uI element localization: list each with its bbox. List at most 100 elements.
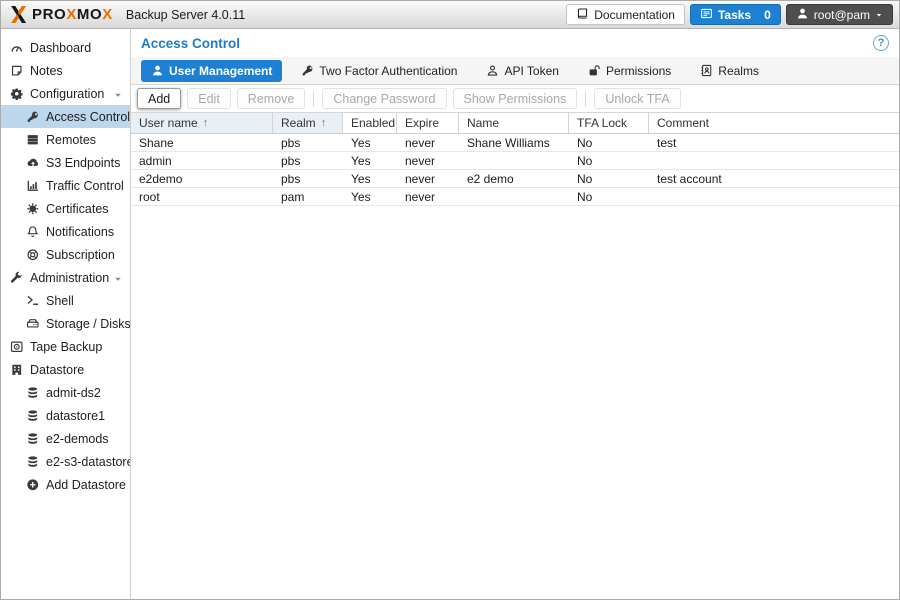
unlock-tfa-button[interactable]: Unlock TFA: [594, 88, 680, 109]
cell-expire: never: [397, 152, 459, 169]
documentation-label: Documentation: [594, 8, 675, 22]
sidebar-item-tape-backup[interactable]: Tape Backup: [1, 335, 130, 358]
sidebar-item-label: Shell: [46, 294, 74, 308]
sidebar-item-e2-s3-datastore[interactable]: e2-s3-datastore: [1, 450, 130, 473]
sidebar-item-notifications[interactable]: Notifications: [1, 220, 130, 243]
tasks-count-badge: 0: [764, 8, 771, 22]
key-icon: [301, 64, 314, 77]
sort-asc-icon: ↑: [203, 117, 209, 129]
sidebar-item-remotes[interactable]: Remotes: [1, 128, 130, 151]
cell-name: [459, 188, 569, 205]
sidebar-item-label: Remotes: [46, 133, 96, 147]
help-icon[interactable]: ?: [873, 35, 889, 51]
cell-tfa-lock: No: [569, 134, 649, 151]
tab-label: Realms: [718, 64, 759, 78]
app-window: PROXMOX Backup Server 4.0.11 Documentati…: [0, 0, 900, 600]
user-menu-label: root@pam: [814, 8, 870, 22]
edit-button[interactable]: Edit: [187, 88, 231, 109]
change-password-button[interactable]: Change Password: [322, 88, 446, 109]
remove-button[interactable]: Remove: [237, 88, 306, 109]
sort-asc-icon: ↑: [321, 117, 327, 129]
table-row[interactable]: adminpbsYesneverNo: [131, 152, 899, 170]
cloud-upload-icon: [25, 155, 40, 170]
tasks-button[interactable]: Tasks 0: [690, 4, 781, 25]
sidebar-item-add-datastore[interactable]: Add Datastore: [1, 473, 130, 496]
column-header-label: Comment: [657, 116, 709, 130]
add-button[interactable]: Add: [137, 88, 181, 109]
tab-label: User Management: [169, 64, 272, 78]
sidebar-item-dashboard[interactable]: Dashboard: [1, 36, 130, 59]
cell-name: [459, 152, 569, 169]
cell-realm: pbs: [273, 134, 343, 151]
database-icon: [25, 431, 40, 446]
database-icon: [25, 454, 40, 469]
column-header-label: Realm: [281, 116, 316, 130]
column-header-expire[interactable]: Expire: [397, 113, 459, 133]
sidebar-item-label: Storage / Disks: [46, 317, 131, 331]
sidebar-item-certificates[interactable]: Certificates: [1, 197, 130, 220]
dashboard-icon: [9, 40, 24, 55]
column-header-realm[interactable]: Realm ↑: [273, 113, 343, 133]
tab-api-token[interactable]: API Token: [476, 60, 568, 82]
tab-realms[interactable]: Realms: [690, 60, 769, 82]
sidebar-item-traffic-control[interactable]: Traffic Control: [1, 174, 130, 197]
unlock-icon: [588, 64, 601, 77]
cell-expire: never: [397, 170, 459, 187]
table-row[interactable]: ShanepbsYesneverShane WilliamsNotest: [131, 134, 899, 152]
sidebar-item-s3-endpoints[interactable]: S3 Endpoints: [1, 151, 130, 174]
proxmox-logo: PROXMOX Backup Server 4.0.11: [9, 5, 245, 24]
sidebar-item-shell[interactable]: Shell: [1, 289, 130, 312]
cell-enabled: Yes: [343, 134, 397, 151]
column-header-label: TFA Lock: [577, 116, 627, 130]
column-header-label: Expire: [405, 116, 439, 130]
cell-realm: pam: [273, 188, 343, 205]
sidebar-item-administration[interactable]: Administration: [1, 266, 130, 289]
cell-user-name: e2demo: [131, 170, 273, 187]
main-panel: Access Control ? User ManagementTwo Fact…: [131, 29, 899, 599]
column-header-name[interactable]: Name: [459, 113, 569, 133]
toolbar: Add Edit Remove Change Password Show Permiss…: [131, 85, 899, 112]
cell-tfa-lock: No: [569, 170, 649, 187]
documentation-button[interactable]: Documentation: [566, 4, 685, 25]
table-row[interactable]: e2demopbsYesnevere2 demoNotest account: [131, 170, 899, 188]
sidebar-item-label: datastore1: [46, 409, 105, 423]
column-header-tfa-lock[interactable]: TFA Lock: [569, 113, 649, 133]
user-menu-button[interactable]: root@pam: [786, 4, 893, 25]
certificate-icon: [25, 201, 40, 216]
wrench-icon: [9, 270, 24, 285]
sidebar-item-admit-ds2[interactable]: admit-ds2: [1, 381, 130, 404]
sidebar-item-datastore1[interactable]: datastore1: [1, 404, 130, 427]
tab-user-management[interactable]: User Management: [141, 60, 282, 82]
address-book-icon: [700, 64, 713, 77]
sidebar-item-e2-demods[interactable]: e2-demods: [1, 427, 130, 450]
bell-icon: [25, 224, 40, 239]
sidebar-item-datastore[interactable]: Datastore: [1, 358, 130, 381]
chevron-down-icon: [113, 273, 123, 283]
sidebar-item-configuration[interactable]: Configuration: [1, 82, 130, 105]
sidebar-item-label: admit-ds2: [46, 386, 101, 400]
cell-user-name: Shane: [131, 134, 273, 151]
tab-two-factor-authentication[interactable]: Two Factor Authentication: [291, 60, 467, 82]
sidebar-item-notes[interactable]: Notes: [1, 59, 130, 82]
column-header-comment[interactable]: Comment: [649, 113, 899, 133]
cell-enabled: Yes: [343, 152, 397, 169]
tab-label: Permissions: [606, 64, 671, 78]
cell-tfa-lock: No: [569, 152, 649, 169]
column-header-user-name[interactable]: User name↑: [131, 113, 273, 133]
table-row[interactable]: rootpamYesneverNo: [131, 188, 899, 206]
book-icon: [576, 7, 589, 23]
database-icon: [25, 408, 40, 423]
database-icon: [25, 385, 40, 400]
gears-icon: [9, 86, 24, 101]
sidebar-item-access-control[interactable]: Access Control: [1, 105, 130, 128]
sidebar-item-label: Traffic Control: [46, 179, 124, 193]
sidebar-item-subscription[interactable]: Subscription: [1, 243, 130, 266]
tab-permissions[interactable]: Permissions: [578, 60, 681, 82]
show-permissions-button[interactable]: Show Permissions: [453, 88, 578, 109]
sidebar-item-storage-disks[interactable]: Storage / Disks: [1, 312, 130, 335]
key-icon: [25, 109, 40, 124]
sidebar-item-label: Dashboard: [30, 41, 91, 55]
topbar-actions: Documentation Tasks 0 root@pam: [566, 4, 893, 25]
cell-tfa-lock: No: [569, 188, 649, 205]
column-header-enabled[interactable]: Enabled: [343, 113, 397, 133]
